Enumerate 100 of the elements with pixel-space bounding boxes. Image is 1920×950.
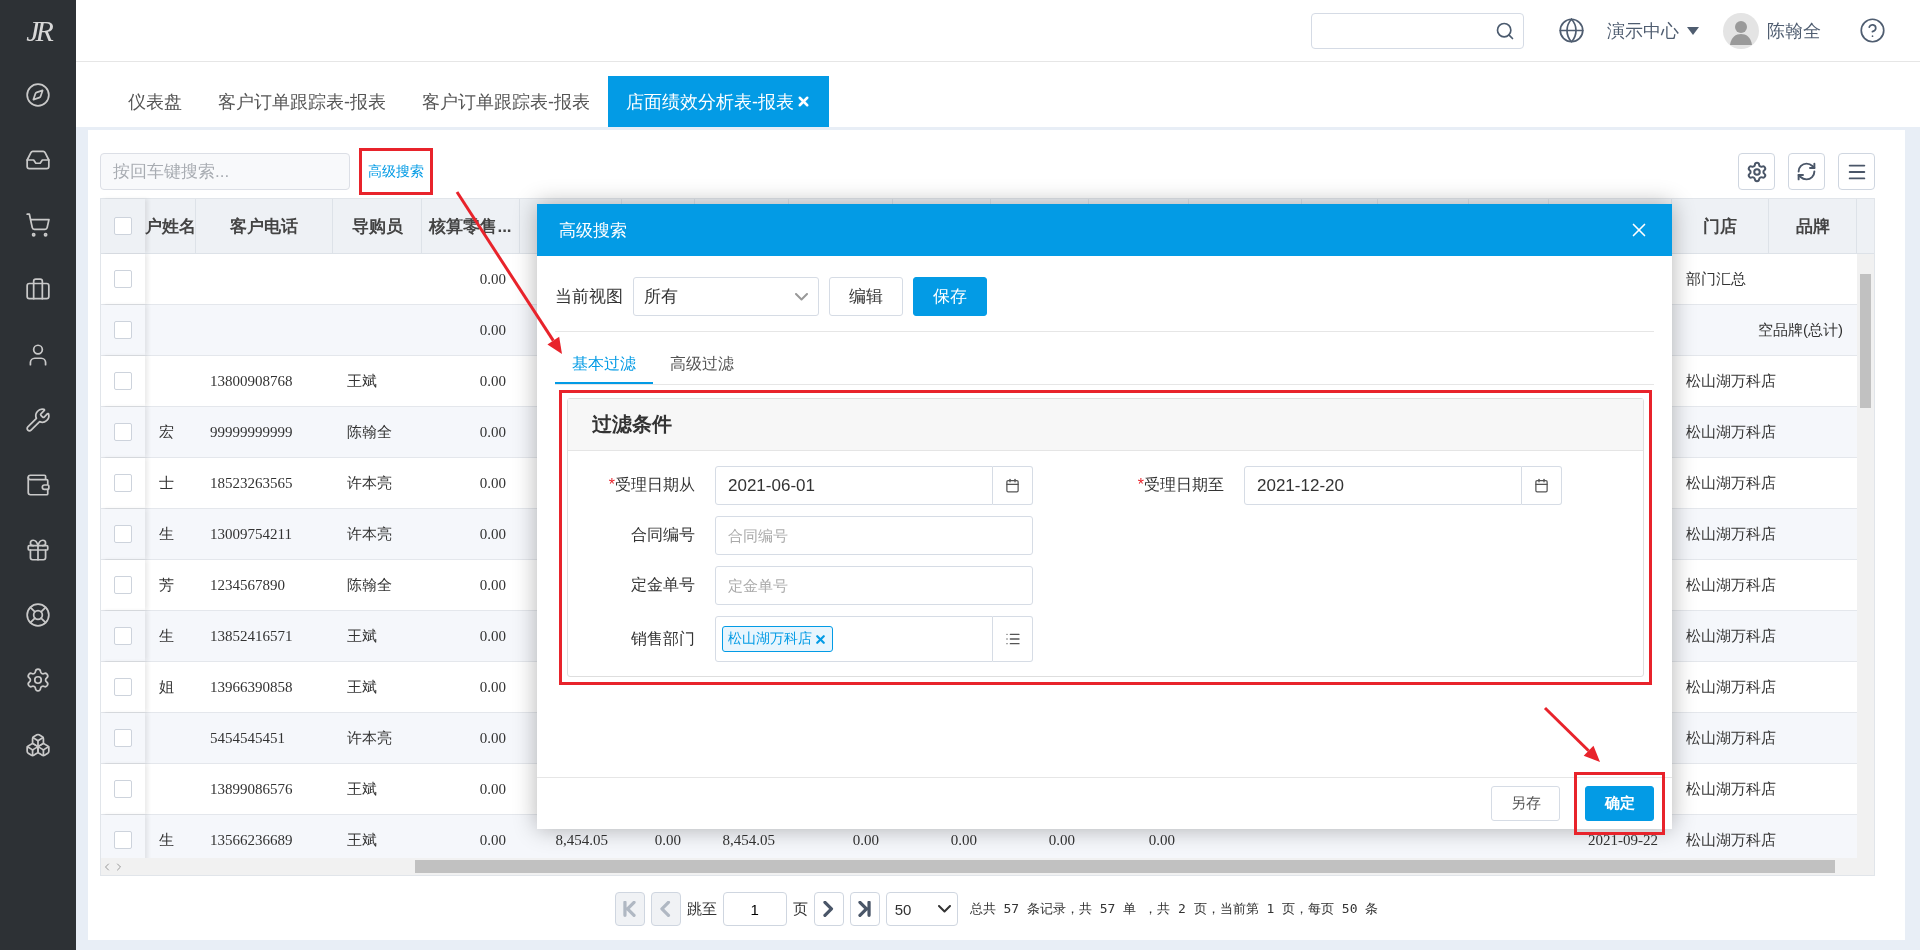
avatar[interactable]	[1723, 12, 1759, 49]
last-page-icon	[858, 901, 872, 917]
checkbox[interactable]	[114, 217, 132, 235]
user-name[interactable]: 陈翰全	[1767, 18, 1821, 43]
field-label: *受理日期从	[608, 475, 696, 495]
close-icon[interactable]	[796, 94, 811, 109]
table-cell: 0.00	[479, 729, 506, 747]
date-field[interactable]: 2021-06-01	[715, 466, 993, 505]
table-cell: 13852416571	[210, 627, 293, 645]
checkbox[interactable]	[114, 474, 132, 492]
table-cell: 宏	[159, 422, 174, 442]
vertical-scrollbar[interactable]	[1857, 254, 1874, 858]
globe-icon[interactable]	[1558, 17, 1585, 44]
horizontal-scrollbar[interactable]	[101, 858, 1874, 875]
checkbox[interactable]	[114, 372, 132, 390]
input-field[interactable]: 定金单号	[715, 566, 1033, 605]
table-cell: 生	[159, 830, 174, 850]
table-cell: 松山湖万科店	[1686, 524, 1776, 544]
table-cell: 0.00	[1148, 831, 1175, 849]
table-cell: 0.00	[479, 780, 506, 798]
annotation-arrow	[1543, 706, 1600, 762]
cart-icon[interactable]	[25, 211, 51, 238]
settings-icon[interactable]	[25, 666, 51, 693]
table-cell: 8,454.05	[555, 831, 608, 849]
column-header[interactable]: 门店	[1703, 214, 1737, 238]
region-menu[interactable]: 演示中心	[1607, 18, 1699, 43]
compass-icon[interactable]	[25, 81, 51, 108]
column-header[interactable]: 品牌	[1795, 214, 1830, 238]
pagination-summary: 总共 57 条记录，共 57 单 ，共 2 页，当前第 1 页，每页 50 条	[969, 900, 1379, 918]
calendar-button[interactable]	[993, 466, 1033, 505]
calendar-icon	[1005, 478, 1020, 493]
checkbox[interactable]	[114, 729, 132, 747]
list-button[interactable]	[993, 616, 1033, 662]
checkbox[interactable]	[114, 627, 132, 645]
checkbox[interactable]	[114, 780, 132, 798]
settings-button[interactable]	[1738, 153, 1775, 190]
wallet-icon[interactable]	[25, 471, 51, 498]
view-label: 当前视图	[555, 286, 623, 308]
help-icon[interactable]	[1859, 17, 1886, 44]
last-page-button[interactable]	[849, 892, 880, 926]
table-cell: 松山湖万科店	[1686, 728, 1776, 748]
logo[interactable]: JR	[26, 0, 50, 62]
caret-icon	[1687, 26, 1699, 35]
table-cell: 松山湖万科店	[1686, 422, 1776, 442]
checkbox[interactable]	[114, 678, 132, 696]
page-input[interactable]: 1	[722, 892, 787, 926]
view-select[interactable]: 所有	[633, 277, 819, 316]
page-size-select[interactable]: 50	[885, 892, 958, 926]
table-cell: 松山湖万科店	[1686, 473, 1776, 493]
checkbox[interactable]	[114, 831, 132, 849]
first-page-icon	[623, 901, 637, 917]
table-cell: 13566236689	[210, 831, 293, 849]
tab[interactable]: 客户订单跟踪表-报表	[200, 76, 404, 127]
table-cell: 姐	[159, 677, 174, 697]
table-cell: 0.00	[479, 270, 506, 288]
table-cell: 5454545451	[210, 729, 285, 747]
lifebuoy-icon[interactable]	[25, 601, 51, 628]
table-cell: 0.00	[479, 678, 506, 696]
field-label: *受理日期至	[1137, 475, 1225, 495]
column-header[interactable]: 户姓名	[145, 214, 195, 238]
column-header[interactable]: 客户电话	[230, 214, 298, 238]
table-cell: 0.00	[479, 474, 506, 492]
next-page-button[interactable]	[813, 892, 844, 926]
table-cell: 生	[159, 626, 174, 646]
briefcase-icon[interactable]	[25, 276, 51, 303]
column-header[interactable]: 导购员	[351, 214, 403, 238]
table-cell: 0.00	[479, 627, 506, 645]
save-as-button[interactable]: 另存	[1491, 786, 1560, 821]
search-field[interactable]: 按回车键搜索...	[100, 153, 350, 190]
table-cell: 陈翰全	[347, 422, 392, 442]
remove-icon[interactable]	[814, 632, 827, 646]
search-field[interactable]	[1311, 12, 1524, 49]
tab[interactable]: 仪表盘	[110, 76, 200, 127]
wrench-icon[interactable]	[25, 406, 51, 433]
edit-button[interactable]: 编辑	[829, 277, 903, 316]
checkbox[interactable]	[114, 525, 132, 543]
gift-icon[interactable]	[25, 536, 51, 563]
checkbox[interactable]	[114, 423, 132, 441]
table-cell: 王斌	[347, 626, 377, 646]
table-cell: 松山湖万科店	[1686, 779, 1776, 799]
menu-button[interactable]	[1838, 153, 1875, 190]
table-cell: 0.00	[479, 576, 506, 594]
boxes-icon[interactable]	[25, 731, 51, 758]
table-cell: 王斌	[347, 371, 377, 391]
checkbox[interactable]	[114, 321, 132, 339]
checkbox[interactable]	[114, 270, 132, 288]
checkbox[interactable]	[114, 576, 132, 594]
table-cell: 0.00	[479, 321, 506, 339]
tab[interactable]: 高级过滤	[653, 346, 751, 384]
list-icon	[1004, 631, 1021, 647]
date-field[interactable]: 2021-12-20	[1244, 466, 1522, 505]
input-field[interactable]: 合同编号	[715, 516, 1033, 555]
tab[interactable]: 客户订单跟踪表-报表	[404, 76, 608, 127]
previous-page-icon	[660, 901, 671, 917]
table-cell: 生	[159, 524, 174, 544]
search-icon[interactable]	[1495, 20, 1515, 41]
table-cell: 13966390858	[210, 678, 293, 696]
calendar-button[interactable]	[1522, 466, 1562, 505]
refresh-button[interactable]	[1788, 153, 1825, 190]
table-cell: 许本亮	[347, 473, 392, 493]
